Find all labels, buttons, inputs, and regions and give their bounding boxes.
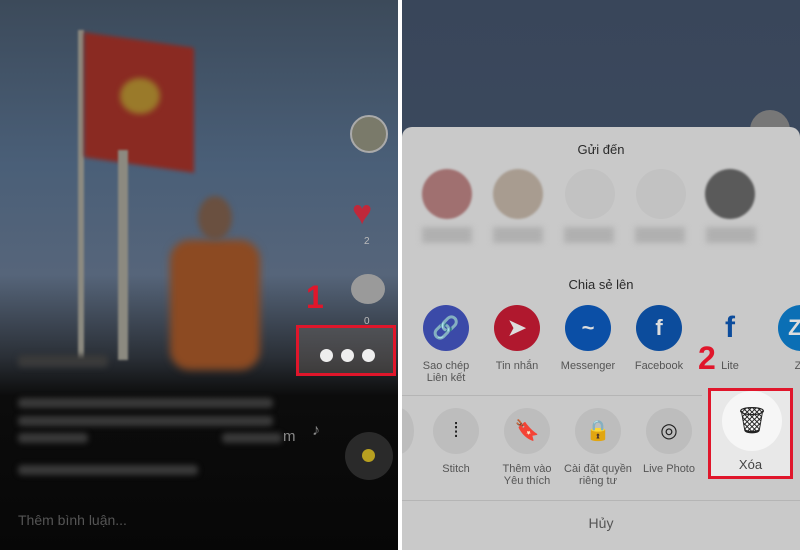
divider — [402, 500, 800, 501]
link-icon: 🔗 — [423, 305, 469, 351]
share-item[interactable]: ~ Messenger — [553, 305, 623, 385]
person-image — [170, 240, 260, 370]
delete-button[interactable]: 🗑 Xóa — [708, 388, 793, 479]
music-disc[interactable] — [345, 432, 393, 480]
bookmark-icon: 🔖 — [504, 408, 550, 454]
tree-trunk — [118, 150, 128, 360]
heart-icon[interactable]: ♥ — [352, 196, 372, 230]
caption — [18, 416, 273, 426]
dot-icon — [341, 349, 354, 362]
flag-star — [120, 78, 160, 114]
video-screen: ♥ 2 0 1 m ♪ Thêm bình luận... — [0, 0, 398, 550]
see-more[interactable] — [222, 433, 282, 443]
send-to-title: Gửi đến — [577, 142, 625, 157]
like-count: 2 — [364, 236, 370, 247]
zalo-icon: Za — [778, 305, 800, 351]
action-label: Cài đặt quyền riêng tư — [564, 463, 632, 487]
contact-names — [422, 227, 762, 243]
share-to-title: Chia sẻ lên — [568, 277, 634, 292]
action-label: Thêm vào Yêu thích — [502, 463, 552, 487]
contact-avatar[interactable] — [705, 169, 755, 219]
share-item[interactable]: ➤ Tin nhắn — [482, 305, 552, 385]
share-item-label: Facebook — [634, 360, 684, 372]
share-item[interactable]: f Facebook — [624, 305, 694, 385]
comment-input[interactable]: Thêm bình luận... — [18, 512, 127, 528]
share-screen: Gửi đến Chia sẻ lên 🔗 Sao chép Liên kết ➤ T… — [402, 0, 800, 550]
live-photo-icon: ◎ — [646, 408, 692, 454]
share-item[interactable]: Za Za — [766, 305, 800, 385]
share-item[interactable]: 🔗 Sao chép Liên kết — [411, 305, 481, 385]
action-label: Stitch — [442, 463, 470, 475]
music-note-icon: ♪ — [312, 422, 320, 439]
dot-icon — [362, 349, 375, 362]
action-label: Live Photo — [643, 463, 695, 475]
delete-label: Xóa — [738, 457, 763, 472]
divider — [402, 395, 702, 396]
comment-icon[interactable] — [351, 274, 385, 304]
share-item-label: Za — [794, 360, 800, 372]
messenger-icon: ~ — [565, 305, 611, 351]
caption — [18, 398, 273, 408]
trash-icon: 🗑 — [722, 391, 782, 451]
lock-icon: 🔒 — [575, 408, 621, 454]
caption-tail: m — [283, 428, 296, 445]
action-item[interactable]: 🔖 Thêm vào Yêu thích — [492, 408, 562, 488]
dot-icon — [320, 349, 333, 362]
share-sheet: Gửi đến Chia sẻ lên 🔗 Sao chép Liên kết ➤ T… — [402, 127, 800, 550]
action-item[interactable]: ⁞ Stitch — [421, 408, 491, 488]
share-item-label: Messenger — [560, 360, 616, 372]
contact-avatar[interactable] — [493, 169, 543, 219]
creator-avatar[interactable] — [350, 115, 388, 153]
action-item[interactable]: 🔒 Cài đặt quyền riêng tư — [563, 408, 633, 488]
username — [18, 355, 108, 367]
stitch-icon: ⁞ — [433, 408, 479, 454]
contact-avatar[interactable] — [422, 169, 472, 219]
contact-avatar[interactable] — [636, 169, 686, 219]
person-head — [198, 196, 232, 240]
cancel-button[interactable]: Hủy — [402, 515, 800, 531]
annotation-1: 1 — [306, 279, 324, 315]
action-row: ⁞ Stitch 🔖 Thêm vào Yêu thích 🔒 Cài đặt quyền… — [433, 408, 733, 488]
action-partial[interactable] — [402, 408, 414, 454]
contact-avatar[interactable] — [565, 169, 615, 219]
send-icon: ➤ — [494, 305, 540, 351]
sound-name — [18, 465, 198, 475]
share-item-label: Tin nhắn — [495, 360, 539, 372]
caption — [18, 433, 88, 443]
annotation-2: 2 — [698, 340, 716, 376]
facebook-icon: f — [636, 305, 682, 351]
share-row: 🔗 Sao chép Liên kết ➤ Tin nhắn ~ Messenger f Fa… — [411, 305, 800, 385]
more-options-button[interactable] — [296, 325, 396, 376]
share-item-label: Sao chép Liên kết — [422, 360, 470, 384]
action-item[interactable]: ◎ Live Photo — [634, 408, 704, 488]
